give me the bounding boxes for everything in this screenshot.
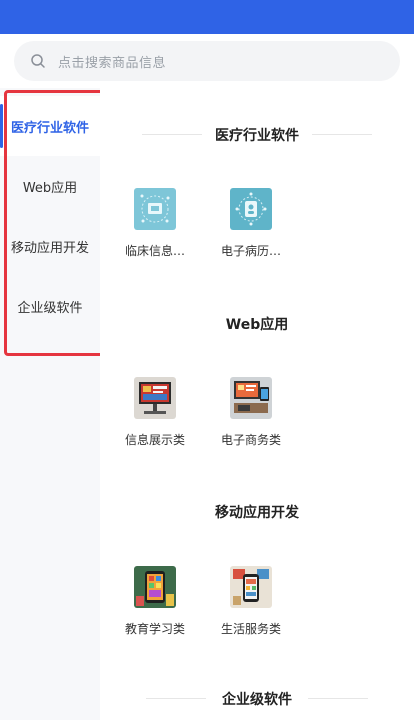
status-bar (0, 0, 414, 34)
section-title: 企业级软件 (222, 692, 292, 708)
tile-label: 电子病历… (220, 244, 281, 258)
search-input[interactable]: 点击搜索商品信息 (14, 41, 400, 81)
product-tile[interactable]: 临床信息… (117, 188, 193, 259)
tile-label: 信息展示类 (124, 433, 185, 447)
tile-label: 生活服务类 (220, 622, 281, 636)
tile-label: 电子商务类 (220, 433, 281, 447)
sidebar-item-label: 医疗行业软件 (10, 120, 89, 136)
sidebar-item-medical[interactable]: 医疗行业软件 (0, 96, 100, 156)
life-service-image (230, 566, 272, 608)
ecommerce-image (230, 377, 272, 419)
product-tile[interactable]: 教育学习类 (117, 566, 193, 637)
sidebar-item-mobile[interactable]: 移动应用开发 (0, 216, 100, 276)
tile-label: 教育学习类 (124, 622, 185, 636)
category-sidebar: 医疗行业软件 Web应用 移动应用开发 企业级软件 (0, 88, 100, 720)
section-title: 移动应用开发 (215, 505, 299, 521)
tile-label: 临床信息… (124, 244, 185, 258)
product-tile[interactable]: 信息展示类 (117, 377, 193, 448)
product-tile[interactable]: 电子商务类 (213, 377, 289, 448)
search-icon (31, 54, 45, 68)
sidebar-item-enterprise[interactable]: 企业级软件 (0, 276, 100, 336)
clinical-info-icon (134, 188, 176, 230)
electronic-record-icon (230, 188, 272, 230)
sidebar-item-web[interactable]: Web应用 (0, 156, 100, 216)
section-title: Web应用 (225, 317, 289, 333)
sidebar-item-label: 移动应用开发 (10, 240, 89, 256)
search-area: 点击搜索商品信息 (0, 34, 414, 88)
category-content: 医疗行业软件 临床信息… 电子病历… Web应用 信息展示类 电子商务类 移动应… (100, 88, 414, 720)
section-title: 医疗行业软件 (215, 128, 299, 144)
education-image (134, 566, 176, 608)
product-tile[interactable]: 电子病历… (213, 188, 289, 259)
sidebar-item-label: Web应用 (22, 180, 78, 196)
sidebar-item-label: 企业级软件 (17, 300, 83, 316)
info-display-image (134, 377, 176, 419)
product-tile[interactable]: 生活服务类 (213, 566, 289, 637)
search-placeholder: 点击搜索商品信息 (58, 56, 167, 71)
